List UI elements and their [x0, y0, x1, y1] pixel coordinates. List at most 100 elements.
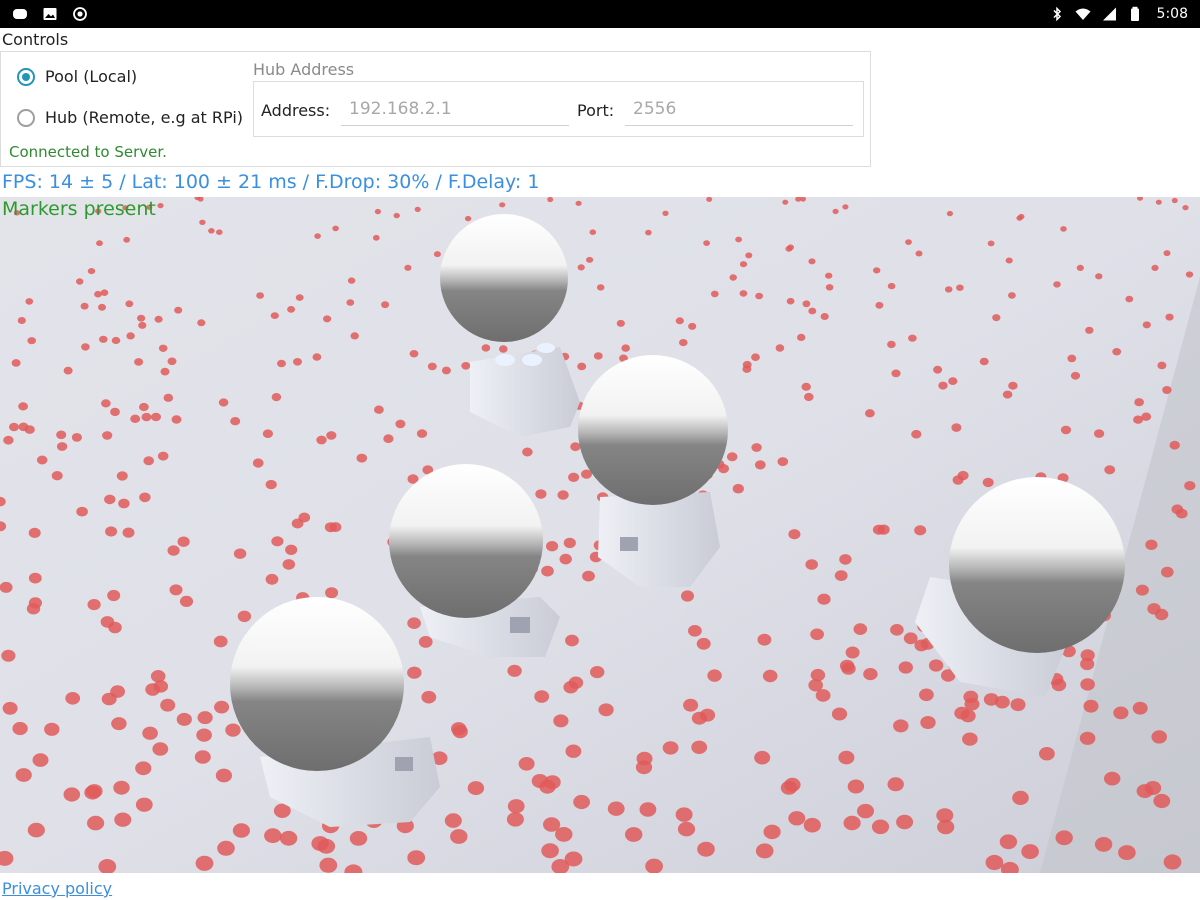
markers-status: Markers present — [2, 198, 156, 220]
radio-pool-local[interactable]: Pool (Local) — [17, 67, 137, 86]
marker-dot — [985, 854, 1004, 871]
marker-dot — [393, 212, 400, 219]
marker-dot — [151, 412, 161, 422]
ar-sphere — [440, 214, 568, 342]
marker-dot — [729, 274, 737, 281]
radio-selected-icon[interactable] — [17, 67, 35, 86]
marker-dot — [616, 319, 625, 327]
marker-dot — [546, 541, 559, 552]
record-icon — [73, 7, 87, 21]
marker-dot — [1154, 608, 1169, 621]
marker-dot — [573, 794, 590, 810]
marker-dot — [0, 581, 13, 593]
marker-dot — [831, 707, 848, 721]
marker-dot — [116, 471, 128, 481]
marker-dot — [891, 369, 901, 378]
marker-dot — [625, 827, 643, 842]
marker-dot — [951, 423, 962, 432]
radio-hub-remote[interactable]: Hub (Remote, e.g at RPi) — [17, 108, 243, 127]
radio-unselected-icon[interactable] — [17, 108, 35, 127]
marker-dot — [565, 744, 582, 758]
marker-dot — [847, 779, 865, 794]
controls-panel: Pool (Local) Hub (Remote, e.g at RPi) Co… — [0, 51, 871, 167]
marker-dot — [81, 343, 90, 351]
marker-dot — [825, 284, 834, 291]
marker-dot — [252, 458, 264, 468]
marker-dot — [499, 345, 508, 353]
marker-dot — [1161, 566, 1174, 578]
marker-dot — [1, 649, 16, 662]
marker-dot — [111, 336, 121, 345]
marker-dot — [896, 814, 914, 830]
marker-dot — [1151, 730, 1167, 744]
marker-dot — [1067, 354, 1077, 363]
marker-dot — [409, 350, 419, 358]
marker-dot — [699, 708, 716, 722]
marker-dot — [416, 429, 428, 438]
marker-dot — [982, 477, 994, 488]
marker-dot — [681, 590, 694, 602]
marker-dot — [919, 688, 934, 702]
hub-address-title: Hub Address — [253, 60, 355, 79]
marker-dot — [130, 414, 141, 423]
marker-dot — [1135, 584, 1149, 596]
marker-dot — [564, 851, 583, 867]
marker-dot — [739, 290, 748, 297]
marker-dot — [346, 299, 355, 306]
marker-dot — [314, 233, 321, 239]
marker-dot — [825, 272, 833, 279]
marker-dot — [464, 215, 472, 222]
marker-dot — [887, 777, 904, 792]
marker-dot — [543, 817, 561, 832]
marker-dot — [1155, 199, 1162, 205]
marker-dot — [834, 570, 848, 581]
marker-dot — [214, 700, 230, 714]
marker-dot — [407, 617, 421, 629]
marker-dot — [873, 267, 881, 274]
marker-dot — [780, 780, 798, 795]
marker-dot — [838, 750, 855, 765]
marker-dot — [1094, 429, 1105, 438]
marker-dot — [76, 278, 84, 285]
marker-dot — [256, 292, 264, 299]
port-input[interactable] — [625, 92, 853, 126]
marker-dot — [271, 393, 282, 402]
marker-dot — [467, 781, 485, 796]
marker-dot — [952, 475, 964, 485]
marker-dot — [707, 669, 722, 682]
marker-dot — [325, 587, 339, 599]
marker-dot — [557, 490, 569, 500]
marker-dot — [98, 303, 106, 311]
marker-dot — [697, 841, 715, 857]
marker-dot — [688, 625, 702, 637]
marker-dot — [875, 301, 884, 309]
marker-dot — [1002, 390, 1013, 399]
marker-dot — [710, 290, 719, 298]
marker-dot — [898, 661, 913, 674]
marker-dot — [126, 332, 135, 340]
marker-dot — [956, 284, 964, 291]
privacy-policy-link[interactable]: Privacy policy — [2, 879, 112, 898]
marker-dot — [194, 750, 211, 764]
marker-dot — [332, 225, 339, 232]
marker-dot — [506, 812, 524, 827]
marker-dot — [208, 228, 215, 234]
marker-dot — [1176, 508, 1188, 519]
marker-dot — [143, 456, 154, 466]
marker-dot — [639, 802, 657, 817]
marker-dot — [570, 442, 581, 452]
marker-dot — [216, 229, 223, 235]
marker-dot — [842, 204, 849, 210]
marker-dot — [374, 208, 381, 215]
marker-dot — [265, 573, 279, 585]
marker-dot — [199, 219, 206, 225]
marker-dot — [174, 306, 183, 314]
marker-dot — [197, 711, 213, 725]
marker-dot — [113, 780, 130, 795]
marker-dot — [101, 692, 117, 706]
marker-dot — [407, 666, 422, 679]
address-input[interactable] — [341, 92, 569, 126]
marker-dot — [179, 595, 194, 607]
marker-dot — [80, 302, 89, 310]
marker-dot — [596, 284, 605, 291]
